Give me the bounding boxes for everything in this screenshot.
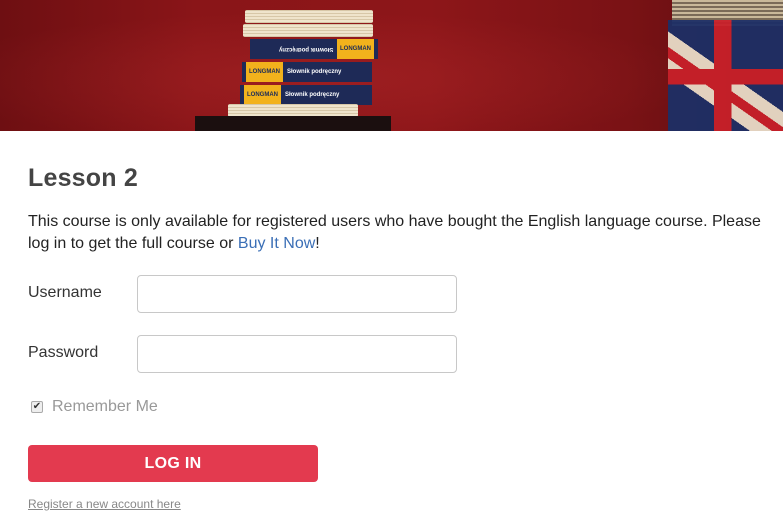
book-spine: LONGMAN Słownik podręczny bbox=[240, 85, 372, 105]
page-title: Lesson 2 bbox=[28, 164, 138, 192]
union-jack-box bbox=[668, 20, 783, 131]
book-pages bbox=[243, 24, 373, 37]
remember-me-label[interactable]: Remember Me bbox=[52, 398, 158, 416]
book-brand: LONGMAN bbox=[337, 39, 374, 59]
book-title: Słownik podręczny bbox=[287, 69, 342, 75]
login-button[interactable]: LOG IN bbox=[28, 445, 318, 482]
remember-me-checkbox[interactable]: ✔ bbox=[31, 401, 43, 413]
book-spine: LONGMAN Słownik podręczny bbox=[242, 62, 372, 82]
book-pages bbox=[245, 10, 373, 23]
header-banner-image: LONGMAN Słownik podręczny LONGMAN Słowni… bbox=[0, 0, 783, 131]
username-input[interactable] bbox=[137, 275, 457, 313]
password-label: Password bbox=[28, 344, 99, 361]
book-brand: LONGMAN bbox=[246, 62, 283, 82]
password-input[interactable] bbox=[137, 335, 457, 373]
register-link[interactable]: Register a new account here bbox=[28, 497, 181, 511]
notice-text: This course is only available for regist… bbox=[28, 213, 761, 252]
course-access-notice: This course is only available for regist… bbox=[28, 211, 768, 255]
remember-me-row[interactable]: ✔ Remember Me bbox=[31, 398, 158, 416]
book-title: Słownik podręczny bbox=[278, 46, 333, 52]
username-label: Username bbox=[28, 284, 102, 301]
notice-end: ! bbox=[315, 235, 320, 252]
book-brand: LONGMAN bbox=[244, 85, 281, 105]
buy-it-now-link[interactable]: Buy It Now bbox=[238, 235, 315, 252]
shelf bbox=[195, 116, 391, 131]
book-title: Słownik podręczny bbox=[285, 92, 340, 98]
book-spine: LONGMAN Słownik podręczny bbox=[250, 39, 378, 59]
banner-shading bbox=[0, 0, 783, 131]
